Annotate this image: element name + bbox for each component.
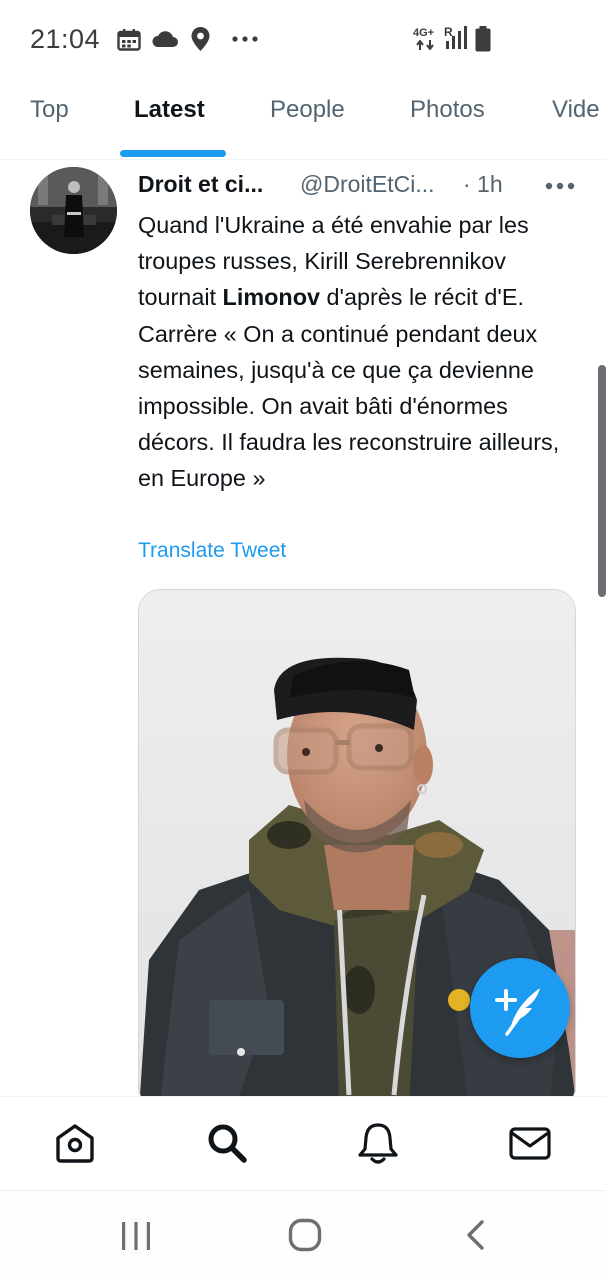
back-chevron-icon[interactable] (464, 1219, 486, 1251)
calendar-icon (117, 29, 141, 51)
tab-people[interactable]: People (270, 96, 345, 124)
translate-tweet-link[interactable]: Translate Tweet (138, 539, 286, 563)
notifications-bell-icon[interactable] (356, 1121, 400, 1165)
compose-feather-icon (495, 988, 540, 1036)
tab-videos[interactable]: Vide (552, 96, 600, 124)
signal-bars-icon (446, 26, 467, 49)
tweet-text-part: d'après le récit d'E. Carrère « On a con… (138, 284, 560, 492)
tweet-text: Quand l'Ukraine a été envahie par les tr… (138, 207, 578, 497)
more-dots-icon (232, 36, 258, 42)
recent-apps-icon[interactable] (120, 1221, 152, 1251)
avatar[interactable] (30, 167, 117, 254)
compose-tweet-button[interactable] (470, 958, 570, 1058)
messages-envelope-icon[interactable] (508, 1121, 552, 1165)
tweet-timestamp[interactable]: · 1h (463, 171, 503, 198)
tweet-text-bold: Limonov (222, 284, 320, 311)
status-bar: 21:04 4G+ R (0, 0, 606, 78)
scrollbar[interactable] (598, 365, 606, 597)
active-tab-indicator (120, 150, 226, 157)
system-navigation-bar (0, 1190, 606, 1280)
home-icon[interactable] (53, 1121, 97, 1165)
status-time: 21:04 (30, 24, 101, 54)
search-icon[interactable] (205, 1121, 249, 1165)
data-arrows-icon (416, 40, 434, 50)
cloud-icon (152, 31, 178, 47)
search-tabs: Top Latest People Photos Vide (0, 78, 606, 160)
tweet-handle[interactable]: @DroitEtCi... (300, 171, 435, 198)
more-options-icon[interactable] (545, 180, 575, 192)
tweet-display-name[interactable]: Droit et ci... (138, 171, 263, 198)
network-type-label: 4G+ (413, 27, 435, 39)
avatar-image (30, 167, 117, 254)
battery-icon (475, 26, 491, 52)
location-pin-icon (191, 27, 210, 51)
tab-latest[interactable]: Latest (134, 96, 205, 124)
tab-photos[interactable]: Photos (410, 96, 485, 124)
tab-top[interactable]: Top (30, 96, 69, 124)
bottom-navigation (0, 1096, 606, 1190)
home-circle-icon[interactable] (288, 1218, 322, 1252)
